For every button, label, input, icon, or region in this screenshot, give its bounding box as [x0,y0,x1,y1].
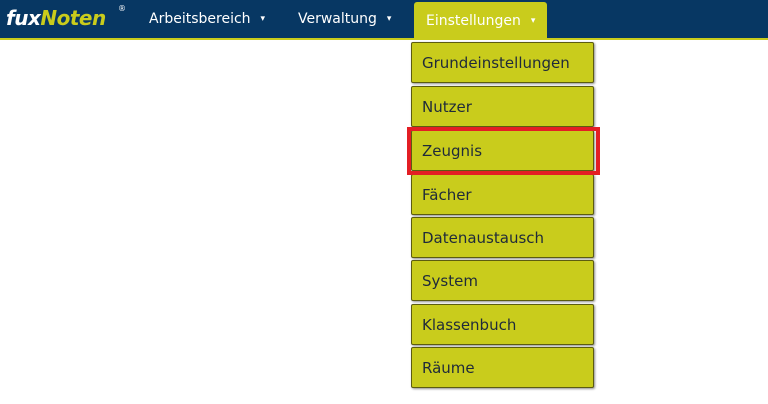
logo-text-noten: Noten [40,6,106,30]
menu-item-datenaustausch[interactable]: Datenaustausch [411,217,594,258]
nav-einstellungen[interactable]: Einstellungen ▾ [414,2,548,40]
menu-item-system[interactable]: System [411,260,594,301]
logo-text-fux: fux [6,6,41,30]
menu-item-nutzer[interactable]: Nutzer [411,86,594,127]
chevron-down-icon: ▾ [386,14,392,24]
menu-item-klassenbuch[interactable]: Klassenbuch [411,304,594,345]
chevron-down-icon: ▾ [260,14,266,24]
menu-item-grundeinstellungen[interactable]: Grundeinstellungen [411,42,594,83]
chevron-down-icon: ▾ [530,16,536,26]
menu-item-faecher[interactable]: Fächer [411,174,594,215]
nav-arbeitsbereich-label: Arbeitsbereich [149,11,251,27]
nav-einstellungen-label: Einstellungen [426,13,521,29]
menu-item-raeume[interactable]: Räume [411,347,594,388]
top-navbar: fuxNoten ® Arbeitsbereich ▾ Verwaltung ▾… [0,0,768,40]
nav-arbeitsbereich[interactable]: Arbeitsbereich ▾ [149,0,265,38]
registered-mark: ® [118,4,126,13]
fuxnoten-logo[interactable]: fuxNoten ® [6,4,126,32]
menu-item-zeugnis[interactable]: Zeugnis [411,130,594,171]
nav-verwaltung-label: Verwaltung [298,11,377,27]
nav-verwaltung[interactable]: Verwaltung ▾ [298,0,391,38]
